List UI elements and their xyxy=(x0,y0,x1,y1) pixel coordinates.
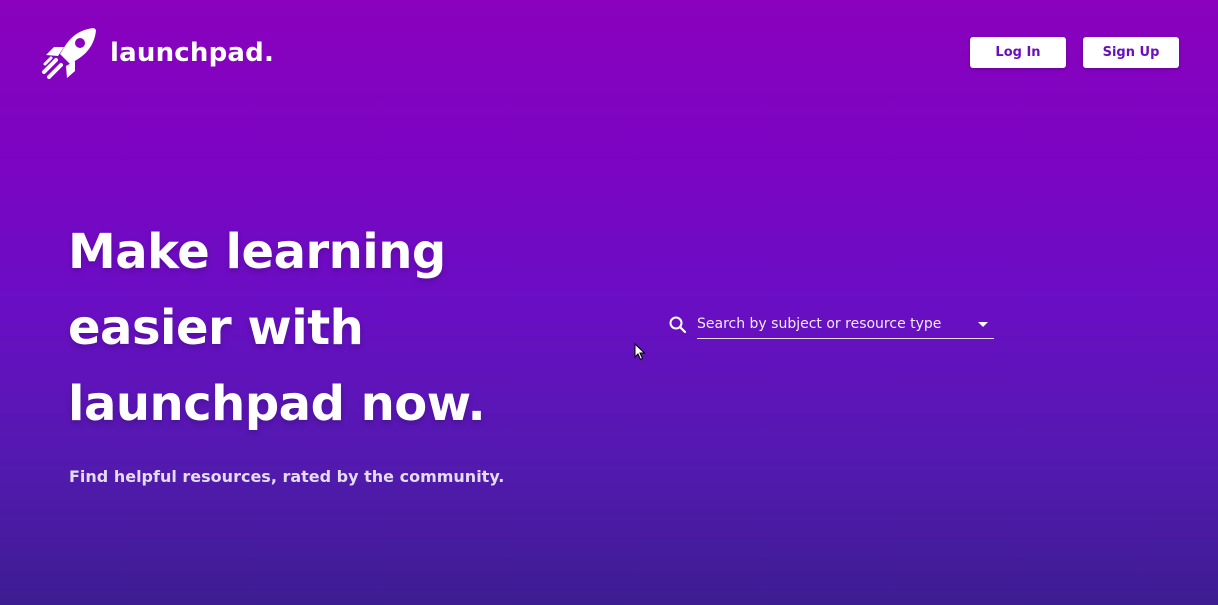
search-icon[interactable] xyxy=(668,315,688,335)
search-field[interactable] xyxy=(697,310,994,339)
site-header: launchpad. Log In Sign Up xyxy=(0,0,1218,110)
hero-title: Make learning easier with launchpad now. xyxy=(68,214,568,442)
hero-title-line-3: launchpad now. xyxy=(68,376,486,432)
brand-name: launchpad. xyxy=(110,38,275,68)
hero-title-line-1: Make learning xyxy=(68,224,446,280)
brand-logo[interactable]: launchpad. xyxy=(42,26,274,80)
chevron-down-icon[interactable] xyxy=(978,322,988,327)
login-button[interactable]: Log In xyxy=(970,37,1066,68)
search-input[interactable] xyxy=(697,316,967,332)
hero-subtitle: Find helpful resources, rated by the com… xyxy=(69,467,505,486)
hero-title-line-2: easier with xyxy=(68,300,364,356)
mouse-pointer-icon xyxy=(634,343,646,361)
rocket-icon xyxy=(42,28,96,79)
signup-button[interactable]: Sign Up xyxy=(1083,37,1179,68)
search-bar xyxy=(668,310,994,340)
